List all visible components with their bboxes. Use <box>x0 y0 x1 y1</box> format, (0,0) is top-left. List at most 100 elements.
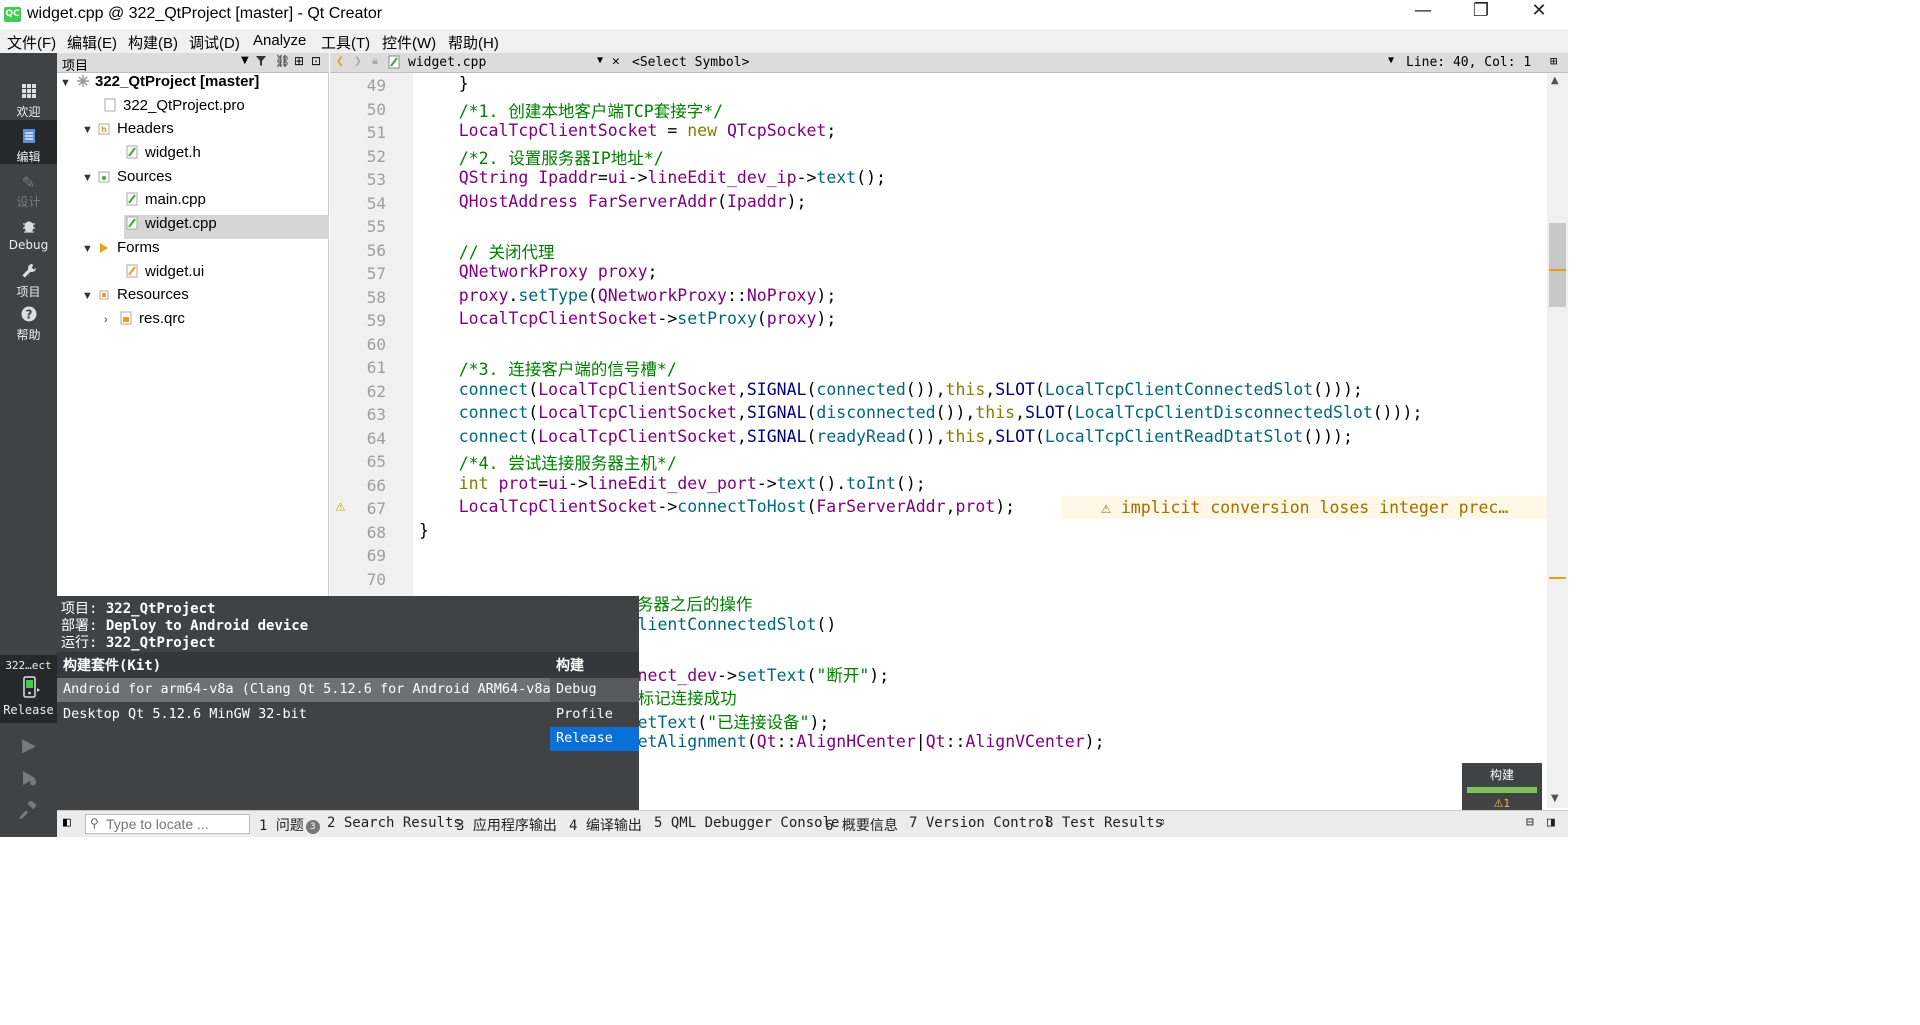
output-tab-compile[interactable]: 4 编译输出 <box>569 815 642 835</box>
code-line: QString Ipaddr=ui->lineEdit_dev_ip->text… <box>419 168 886 191</box>
tree-node-widget-cpp[interactable]: widget.cpp <box>124 215 329 239</box>
line-number: 60 <box>366 334 386 354</box>
menu-file[interactable]: 文件(F) <box>7 32 56 53</box>
tree-node-res-qrc[interactable]: › res.qrc <box>104 310 185 334</box>
build-button[interactable] <box>16 799 42 825</box>
chevron-down-icon[interactable]: ▼ <box>1388 55 1394 66</box>
code-token: /*4. 尝试连接服务器主机*/ <box>419 454 677 473</box>
output-tab-app-output[interactable]: 3 应用程序输出 <box>456 815 557 835</box>
tree-node-headers[interactable]: ▼ h Headers <box>82 120 174 144</box>
project-icon <box>76 74 90 88</box>
nav-forward-icon[interactable]: ❯ <box>354 54 362 69</box>
code-line: } <box>419 521 429 544</box>
kit-selector[interactable]: 322…ect Release <box>0 655 57 723</box>
scroll-thumb[interactable] <box>1549 223 1566 307</box>
editor-scrollbar[interactable]: ▲ ▼ <box>1547 73 1568 808</box>
close-panel-icon[interactable]: ⊡ <box>311 54 321 68</box>
split-icon[interactable]: ⊞ <box>294 54 304 68</box>
output-tab-version-control[interactable]: 7 Version Control <box>909 815 1052 831</box>
kit-project-name: 322…ect <box>5 659 52 672</box>
output-tab-issues[interactable]: 1 问题 3 <box>259 815 320 835</box>
mode-edit[interactable]: 编辑 <box>0 120 57 164</box>
tree-node-main-cpp[interactable]: main.cpp <box>126 191 206 215</box>
expand-arrow-icon[interactable]: ▼ <box>82 243 98 255</box>
tree-node-pro[interactable]: 322_QtProject.pro <box>104 97 245 121</box>
open-file-combo[interactable]: widget.cpp <box>408 55 486 70</box>
code-token: LocalTcpClientSocket <box>419 309 658 328</box>
output-tab-general[interactable]: 6 概要信息 <box>825 815 898 835</box>
code-token: ( <box>806 665 817 685</box>
line-number: 63 <box>366 405 386 424</box>
project-tree: ▼ 322_QtProject [master] 322_QtProject.pr… <box>57 73 329 596</box>
line-number: 65 <box>366 452 386 471</box>
menu-analyze[interactable]: Analyze <box>253 32 306 49</box>
code-token: ()), <box>905 379 946 399</box>
menu-edit[interactable]: 编辑(E) <box>67 32 117 53</box>
menu-build[interactable]: 构建(B) <box>128 32 178 53</box>
scroll-down-icon[interactable]: ▼ <box>1551 793 1559 804</box>
tree-node-widget-ui[interactable]: widget.ui <box>126 263 204 287</box>
mode-design[interactable]: ✎ 设计 <box>0 173 57 210</box>
scroll-up-icon[interactable]: ▲ <box>1551 75 1559 86</box>
menu-widgets[interactable]: 控件(W) <box>382 32 436 53</box>
cursor-position[interactable]: Line: 40, Col: 1 <box>1406 55 1531 70</box>
line-number: 57 <box>366 264 386 283</box>
collapsed-arrow-icon[interactable]: › <box>104 314 120 326</box>
android-device-icon <box>0 676 57 700</box>
code-token: :: <box>945 732 966 751</box>
output-tab-test-results[interactable]: 8 Test Results <box>1045 815 1163 831</box>
run-button[interactable]: ▶ <box>16 735 42 759</box>
expand-arrow-icon[interactable]: ▼ <box>82 290 98 302</box>
expand-arrow-icon[interactable]: ▼ <box>82 172 98 184</box>
mode-welcome[interactable]: 欢迎 <box>0 83 57 120</box>
close-document-icon[interactable]: ✕ <box>612 54 620 69</box>
tree-node-resources[interactable]: ▼ Resources <box>82 286 189 310</box>
cpp-file-icon <box>126 192 140 206</box>
close-button[interactable]: ✕ <box>1510 0 1568 29</box>
expand-arrow-icon[interactable]: ▼ <box>82 124 98 136</box>
toggle-right-sidebar-icon[interactable]: ◨ <box>1547 815 1555 830</box>
kit-item-desktop[interactable]: Desktop Qt 5.12.6 MinGW 32-bit <box>57 703 550 727</box>
chevron-down-icon[interactable]: ▼ <box>241 55 249 66</box>
link-icon[interactable]: ⛓ <box>275 54 290 68</box>
split-icon[interactable]: ⊞ <box>1550 54 1557 68</box>
expand-arrow-icon[interactable]: ▼ <box>60 77 76 89</box>
mode-debug[interactable]: Debug <box>0 218 57 252</box>
build-progress[interactable]: 构建 ⚠1 <box>1462 763 1542 810</box>
code-token: NoProxy <box>746 285 817 305</box>
tree-node-sources[interactable]: ▼ Sources <box>82 168 172 192</box>
filter-icon[interactable] <box>255 54 267 72</box>
build-item-release[interactable]: Release <box>550 727 639 751</box>
output-tab-search[interactable]: 2 Search Results <box>327 815 462 831</box>
code-token: () <box>816 614 837 634</box>
menu-help[interactable]: 帮助(H) <box>448 32 499 53</box>
code-token: . <box>508 285 519 305</box>
nav-back-icon[interactable]: ❮ <box>336 54 344 69</box>
code-token: QString <box>419 168 529 187</box>
line-number: 54 <box>366 193 386 213</box>
locator-input[interactable] <box>106 815 246 833</box>
locator-box[interactable]: ⚲ <box>85 814 250 834</box>
toggle-output-icon[interactable]: ⊟ <box>1526 815 1534 830</box>
minimize-button[interactable]: — <box>1394 0 1452 29</box>
tree-node-project[interactable]: ▼ 322_QtProject [master] <box>60 73 259 97</box>
code-token: ( <box>528 379 539 399</box>
maximize-button[interactable]: ❐ <box>1452 0 1510 29</box>
tree-node-widget-h[interactable]: widget.h <box>126 144 201 168</box>
kit-item-android[interactable]: Android for arm64-v8a (Clang Qt 5.12.6 f… <box>57 678 559 702</box>
tree-node-forms[interactable]: ▼ Forms <box>82 239 160 263</box>
mode-projects[interactable]: 项目 <box>0 263 57 300</box>
output-tab-qml-console[interactable]: 5 QML Debugger Console <box>654 815 839 831</box>
menu-debug[interactable]: 调试(D) <box>189 32 240 53</box>
code-token: LocalTcpClientDisconnectedSlot <box>1074 403 1373 422</box>
code-token: ); <box>786 191 807 211</box>
chevron-down-icon[interactable]: ▼ <box>597 55 603 66</box>
mode-help[interactable]: ? 帮助 <box>0 306 57 343</box>
build-item-profile[interactable]: Profile <box>550 703 639 727</box>
more-tabs-icon[interactable]: ⇕ <box>1159 815 1166 828</box>
debug-run-button[interactable] <box>16 769 42 793</box>
menu-tools[interactable]: 工具(T) <box>321 32 370 53</box>
toggle-sidebar-icon[interactable]: ◧ <box>63 815 71 830</box>
build-item-debug[interactable]: Debug <box>550 678 639 702</box>
symbol-combo[interactable]: <Select Symbol> <box>632 55 749 70</box>
